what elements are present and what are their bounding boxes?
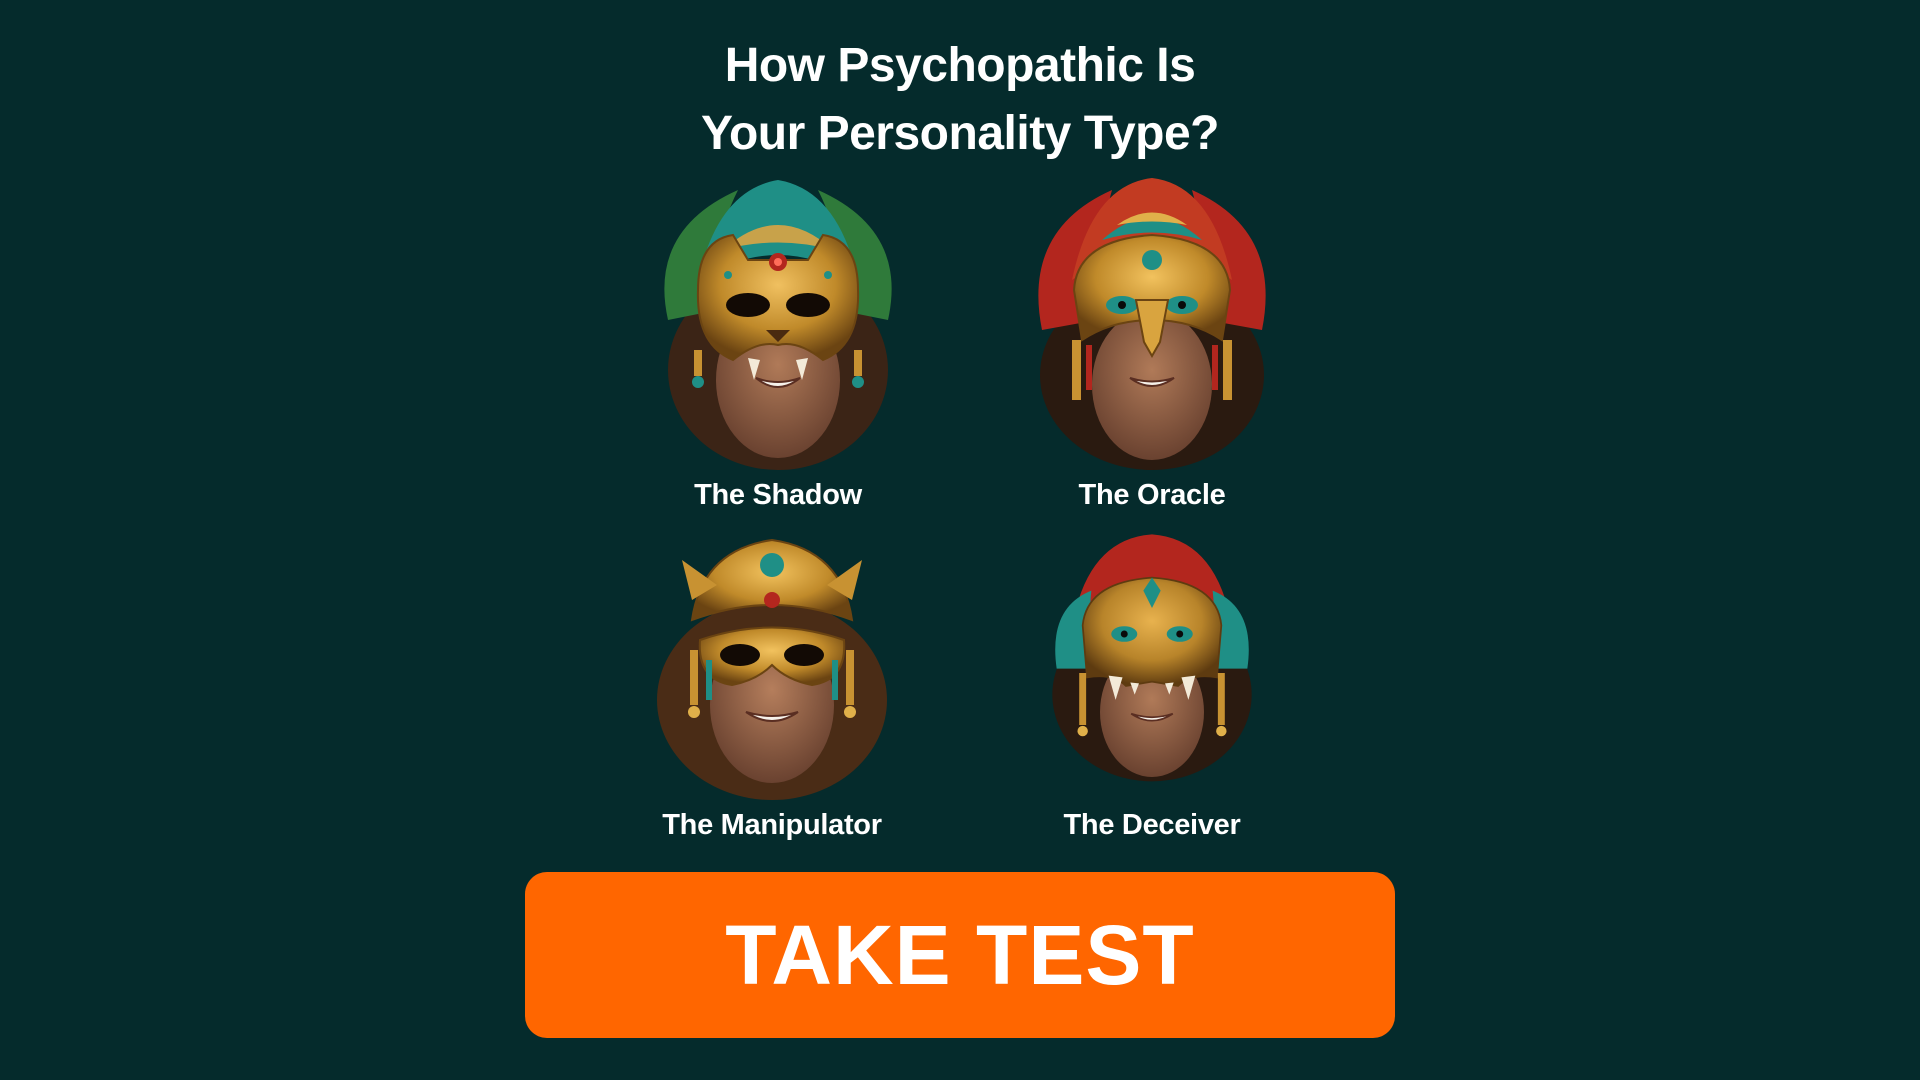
personality-card-oracle: The Oracle <box>992 170 1312 512</box>
ad-page: How Psychopathic Is Your Personality Typ… <box>0 0 1920 1080</box>
personality-label-deceiver: The Deceiver <box>1063 809 1241 841</box>
eagle-mask-portrait <box>1038 178 1266 470</box>
personality-label-shadow: The Shadow <box>694 479 862 511</box>
personality-label-manipulator: The Manipulator <box>662 809 882 841</box>
jaguar-mask-portrait <box>664 180 892 470</box>
take-test-button[interactable]: TAKE TEST <box>525 872 1395 1038</box>
personality-card-shadow: The Shadow <box>618 170 938 512</box>
title-line-1: How Psychopathic Is <box>724 39 1196 92</box>
personality-card-manipulator: The Manipulator <box>612 530 932 842</box>
jeweled-masquerade-mask-portrait <box>657 538 887 800</box>
personality-label-oracle: The Oracle <box>1078 479 1226 511</box>
title-line-2: Your Personality Type? <box>700 107 1220 160</box>
page-title: How Psychopathic Is Your Personality Typ… <box>0 32 1920 168</box>
fanged-serpent-mask-portrait <box>1052 534 1252 782</box>
personality-card-deceiver: The Deceiver <box>992 530 1312 842</box>
